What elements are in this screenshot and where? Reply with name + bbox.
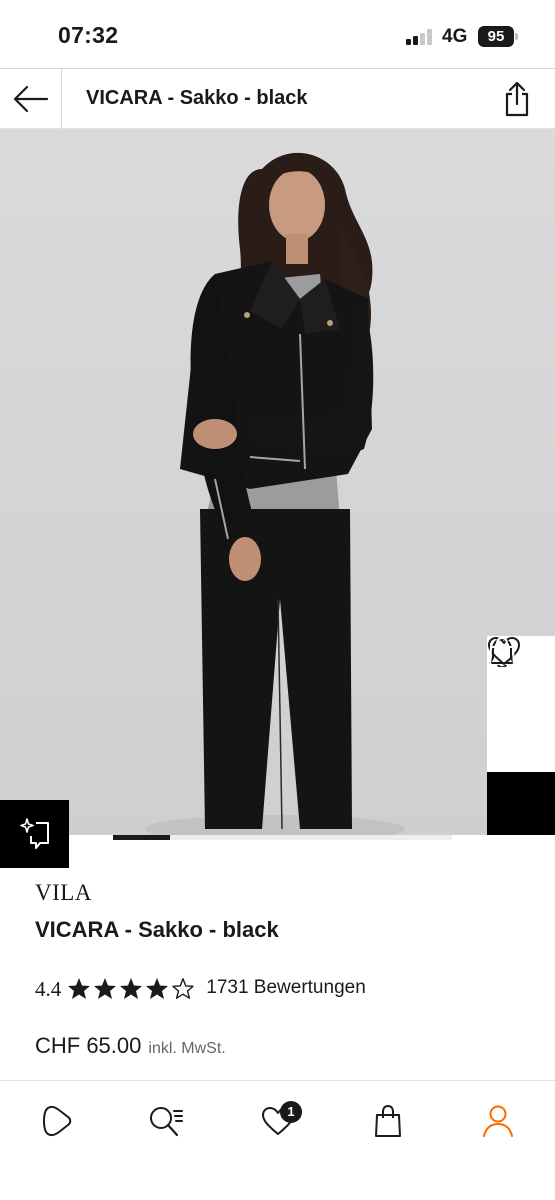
sparkle-frame-icon (19, 818, 49, 849)
product-image[interactable] (0, 129, 555, 835)
star-filled-icon (146, 977, 169, 999)
rating-value: 4.4 (35, 977, 62, 1001)
star-filled-icon (94, 977, 117, 999)
status-bar: 07:32 4G 95 (0, 0, 555, 68)
rating-row[interactable]: 4.4 1731 Bewertungen (35, 974, 366, 1002)
virtual-tryon-button[interactable] (0, 800, 69, 868)
share-button[interactable] (497, 79, 537, 119)
page-title: VICARA - Sakko - black (86, 87, 308, 109)
brand-name[interactable]: VILA (35, 880, 92, 906)
model-photo (145, 152, 405, 835)
star-empty-icon (172, 977, 194, 999)
top-app-bar: VICARA - Sakko - black (0, 68, 555, 129)
price-row: CHF 65.00 inkl. MwSt. (35, 1033, 226, 1059)
arrow-left-icon (13, 85, 48, 113)
wishlist-button[interactable] (487, 637, 555, 772)
battery-icon: 95 (478, 26, 514, 47)
gallery-pager (113, 835, 452, 840)
network-type: 4G (442, 26, 468, 47)
gallery-pager-active (113, 835, 170, 840)
price: CHF 65.00 (35, 1033, 142, 1058)
profile-icon (483, 1105, 513, 1137)
search-list-icon (150, 1107, 183, 1137)
side-actions (487, 636, 555, 835)
nav-bag[interactable] (366, 1099, 410, 1143)
bag-icon (375, 1104, 401, 1137)
shopping-bag-icon (489, 636, 515, 669)
nav-profile[interactable] (476, 1099, 520, 1143)
review-count: 1731 Bewertungen (206, 977, 366, 998)
signal-strength-icon (406, 28, 434, 45)
star-filled-icon (68, 977, 91, 999)
battery-tip (515, 33, 518, 40)
star-filled-icon (120, 977, 143, 999)
rating-stars (67, 977, 197, 1000)
nav-home[interactable] (34, 1099, 78, 1143)
nav-search[interactable] (144, 1099, 188, 1143)
nav-wishlist[interactable]: 1 (256, 1099, 302, 1143)
product-name: VICARA - Sakko - black (35, 917, 279, 942)
wishlist-badge: 1 (280, 1101, 302, 1123)
tax-note: inkl. MwSt. (148, 1040, 226, 1057)
share-icon (505, 81, 529, 117)
bottom-navigation: 1 (0, 1080, 555, 1200)
status-time: 07:32 (58, 22, 119, 48)
back-button[interactable] (0, 69, 62, 129)
home-play-icon (43, 1105, 72, 1137)
add-to-bag-button[interactable] (487, 636, 555, 835)
